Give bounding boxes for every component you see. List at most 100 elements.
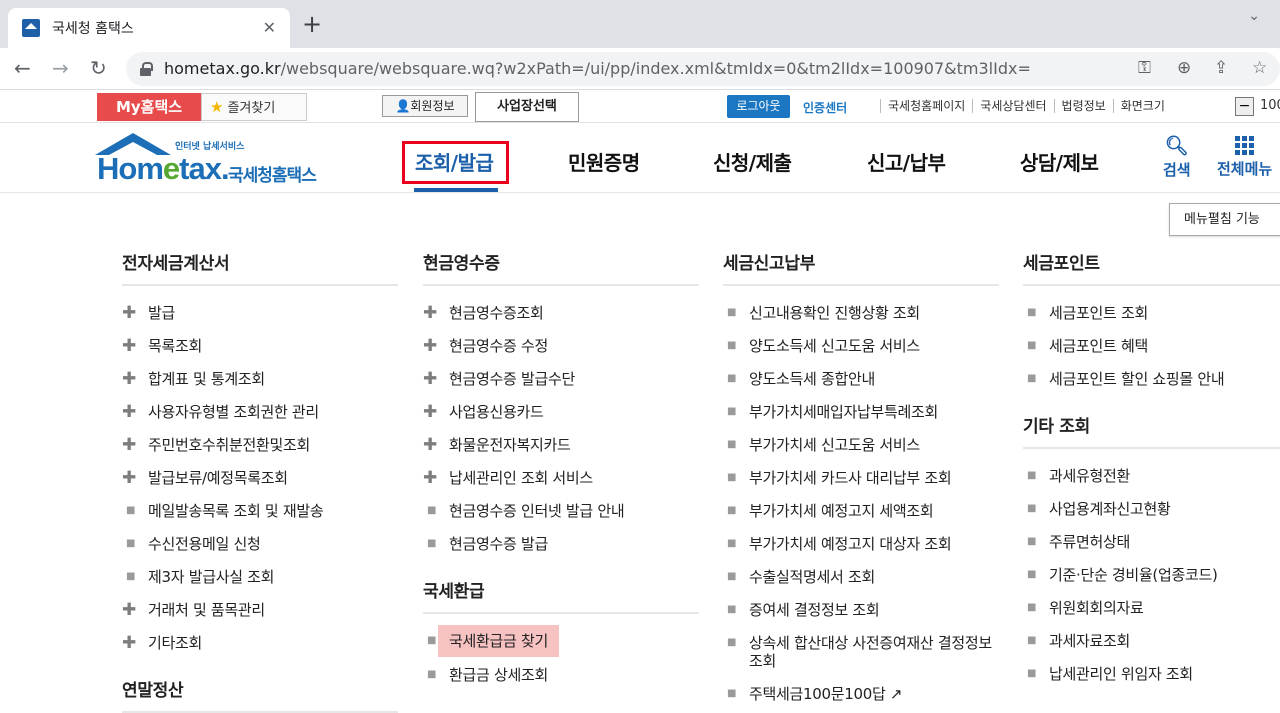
menu-item[interactable]: ■ 부가가치세 예정고지 대상자 조회 bbox=[723, 528, 999, 561]
menu-section-title[interactable]: 전자세금계산서 bbox=[122, 247, 398, 286]
expand-plus-icon[interactable]: ✚ bbox=[423, 403, 449, 421]
menu-section-title[interactable]: 세금포인트 bbox=[1023, 247, 1280, 286]
expand-plus-icon[interactable]: ✚ bbox=[122, 403, 148, 421]
all-menu-button[interactable]: 전체메뉴 bbox=[1217, 135, 1272, 179]
menu-section-title[interactable]: 현금영수증 bbox=[423, 247, 699, 286]
forward-icon[interactable]: → bbox=[52, 56, 69, 80]
menu-item[interactable]: ■ 메일발송목록 조회 및 재발송 bbox=[122, 495, 398, 528]
menu-item[interactable]: ✚ 발급 bbox=[122, 297, 398, 330]
menu-item[interactable]: ■ 과세자료조회 bbox=[1023, 625, 1280, 658]
browser-tab[interactable]: 국세청 홈택스 ✕ bbox=[8, 8, 290, 48]
menu-item-label: 양도소득세 신고도움 서비스 bbox=[749, 337, 920, 355]
menu-item[interactable]: ✚ 납세관리인 조회 서비스 bbox=[423, 462, 699, 495]
menu-item[interactable]: ✚ 현금영수증 수정 bbox=[423, 330, 699, 363]
expand-plus-icon[interactable]: ✚ bbox=[122, 634, 148, 652]
lock-icon[interactable] bbox=[140, 62, 153, 76]
menu-item[interactable]: ■ 국세환급금 찾기 bbox=[423, 625, 699, 659]
menu-item[interactable]: ✚ 발급보류/예정목록조회 bbox=[122, 462, 398, 495]
expand-plus-icon[interactable]: ✚ bbox=[423, 337, 449, 355]
expand-plus-icon[interactable]: ✚ bbox=[423, 436, 449, 454]
expand-plus-icon[interactable]: ✚ bbox=[122, 436, 148, 454]
menu-item[interactable]: ✚ 화물운전자복지카드 bbox=[423, 429, 699, 462]
favorites-button[interactable]: ★ 즐겨찾기 bbox=[201, 93, 307, 121]
menu-item[interactable]: ■ 기준·단순 경비율(업종코드) bbox=[1023, 559, 1280, 592]
gnb-report-payment[interactable]: 신고/납부 bbox=[867, 147, 946, 176]
menu-item[interactable]: ✚ 현금영수증 발급수단 bbox=[423, 363, 699, 396]
menu-item[interactable]: ■ 과세유형전환 bbox=[1023, 460, 1280, 493]
expand-plus-icon[interactable]: ✚ bbox=[122, 370, 148, 388]
menu-item[interactable]: ■ 현금영수증 인터넷 발급 안내 bbox=[423, 495, 699, 528]
menu-expand-toggle-button[interactable]: 메뉴펼침 기능 bbox=[1169, 203, 1280, 236]
menu-item[interactable]: ■ 부가가치세 신고도움 서비스 bbox=[723, 429, 999, 462]
menu-item[interactable]: ✚ 합계표 및 통계조회 bbox=[122, 363, 398, 396]
business-select-button[interactable]: 사업장선택 bbox=[475, 92, 579, 122]
member-info-button[interactable]: 👤회원정보 bbox=[382, 95, 468, 117]
tab-search-chevron-icon[interactable]: ⌄ bbox=[1248, 8, 1260, 24]
expand-plus-icon[interactable]: ✚ bbox=[423, 304, 449, 322]
menu-item[interactable]: ■ 환급금 상세조회 bbox=[423, 659, 699, 692]
menu-list: ✚ 발급 ✚ 목록조회 ✚ 합계표 및 통계조회 ✚ 사용자유형별 조회권한 관리 ✚ 주민번호수… bbox=[122, 297, 398, 660]
menu-item[interactable]: ✚ 현금영수증조회 bbox=[423, 297, 699, 330]
menu-item[interactable]: ■ 양도소득세 신고도움 서비스 bbox=[723, 330, 999, 363]
menu-item[interactable]: ■ 위원회회의자료 bbox=[1023, 592, 1280, 625]
menu-item[interactable]: ■ 수신전용메일 신청 bbox=[122, 528, 398, 561]
expand-plus-icon[interactable]: ✚ bbox=[122, 337, 148, 355]
menu-item[interactable]: ■ 증여세 결정정보 조회 bbox=[723, 594, 999, 627]
menu-item[interactable]: ■ 부가가치세매입자납부특례조회 bbox=[723, 396, 999, 429]
menu-item[interactable]: ✚ 거래처 및 품목관리 bbox=[122, 594, 398, 627]
back-icon[interactable]: ← bbox=[14, 56, 31, 80]
zoom-icon[interactable]: ⊕ bbox=[1177, 58, 1191, 78]
menu-section-title[interactable]: 기타 조회 bbox=[1023, 410, 1280, 449]
address-bar[interactable]: hometax.go.kr/websquare/websquare.wq?w2x… bbox=[126, 52, 1280, 86]
menu-item[interactable]: ■ 세금포인트 할인 쇼핑몰 안내 bbox=[1023, 363, 1280, 396]
nts-homepage-link[interactable]: 국세청홈페이지 bbox=[880, 99, 972, 113]
menu-item[interactable]: ■ 제3자 발급사실 조회 bbox=[122, 561, 398, 594]
menu-item[interactable]: ■ 납세관리인 위임자 조회 bbox=[1023, 658, 1280, 691]
menu-item[interactable]: ■ 현금영수증 발급 bbox=[423, 528, 699, 561]
star-icon[interactable]: ☆ bbox=[1252, 58, 1267, 78]
menu-item[interactable]: ■ 사업용계좌신고현황 bbox=[1023, 493, 1280, 526]
logout-button[interactable]: 로그아웃 bbox=[727, 95, 790, 118]
menu-item[interactable]: ✚ 사업용신용카드 bbox=[423, 396, 699, 429]
menu-item[interactable]: ✚ 목록조회 bbox=[122, 330, 398, 363]
share-icon[interactable]: ⇪ bbox=[1214, 58, 1228, 78]
menu-item[interactable]: ■ 부가가치세 카드사 대리납부 조회 bbox=[723, 462, 999, 495]
expand-plus-icon[interactable]: ✚ bbox=[423, 469, 449, 487]
reload-icon[interactable]: ↻ bbox=[90, 56, 107, 80]
cert-center-link[interactable]: 인증센터 bbox=[803, 99, 847, 116]
gnb-civil-certificate[interactable]: 민원증명 bbox=[568, 147, 640, 176]
menu-item[interactable]: ■ 부가가치세 예정고지 세액조회 bbox=[723, 495, 999, 528]
menu-item[interactable]: ✚ 기타조회 bbox=[122, 627, 398, 660]
menu-section-title[interactable]: 세금신고납부 bbox=[723, 247, 999, 286]
gnb-apply-submit[interactable]: 신청/제출 bbox=[713, 147, 792, 176]
menu-item[interactable]: ■ 세금포인트 혜택 bbox=[1023, 330, 1280, 363]
menu-item[interactable]: ■ 세금포인트 조회 bbox=[1023, 297, 1280, 330]
expand-plus-icon[interactable]: ✚ bbox=[122, 304, 148, 322]
my-hometax-button[interactable]: My홈택스 bbox=[97, 93, 201, 121]
header-search-button[interactable]: 🔍︎ 검색 bbox=[1163, 135, 1191, 180]
tab-close-icon[interactable]: ✕ bbox=[263, 18, 276, 37]
menu-item-label: 현금영수증 발급수단 bbox=[449, 370, 575, 388]
menu-item[interactable]: ■ 상속세 합산대상 사전증여재산 결정정보 조회 bbox=[723, 627, 999, 678]
gnb-inquiry-issue[interactable]: 조회/발급 bbox=[415, 147, 494, 176]
menu-list: ✚ 현금영수증조회 ✚ 현금영수증 수정 ✚ 현금영수증 발급수단 ✚ 사업용신용카드 ✚ 화물운… bbox=[423, 297, 699, 561]
menu-item[interactable]: ■ 주류면허상태 bbox=[1023, 526, 1280, 559]
menu-item[interactable]: ■ 수출실적명세서 조회 bbox=[723, 561, 999, 594]
expand-plus-icon[interactable]: ✚ bbox=[122, 469, 148, 487]
menu-item[interactable]: ■ 양도소득세 종합안내 bbox=[723, 363, 999, 396]
menu-item[interactable]: ■ 신고내용확인 진행상황 조회 bbox=[723, 297, 999, 330]
key-icon[interactable]: ⚿ bbox=[1138, 58, 1151, 78]
law-info-link[interactable]: 법령정보 bbox=[1053, 99, 1113, 113]
new-tab-icon[interactable]: + bbox=[302, 12, 322, 36]
expand-plus-icon[interactable]: ✚ bbox=[122, 601, 148, 619]
expand-plus-icon[interactable]: ✚ bbox=[423, 370, 449, 388]
menu-section-title[interactable]: 연말정산 bbox=[122, 674, 398, 713]
zoom-out-button[interactable]: − bbox=[1235, 97, 1254, 116]
menu-item[interactable]: ✚ 주민번호수취분전환및조회 bbox=[122, 429, 398, 462]
menu-item[interactable]: ✚ 사용자유형별 조회권한 관리 bbox=[122, 396, 398, 429]
url-text[interactable]: hometax.go.kr/websquare/websquare.wq?w2x… bbox=[164, 59, 1031, 78]
menu-section-title[interactable]: 국세환급 bbox=[423, 575, 699, 614]
hometax-logo[interactable]: 인터넷 납세서비스 Hometax. 국세청홈택스 bbox=[95, 133, 330, 189]
tax-counsel-link[interactable]: 국세상담센터 bbox=[972, 99, 1053, 113]
gnb-consult-report[interactable]: 상담/제보 bbox=[1020, 147, 1099, 176]
